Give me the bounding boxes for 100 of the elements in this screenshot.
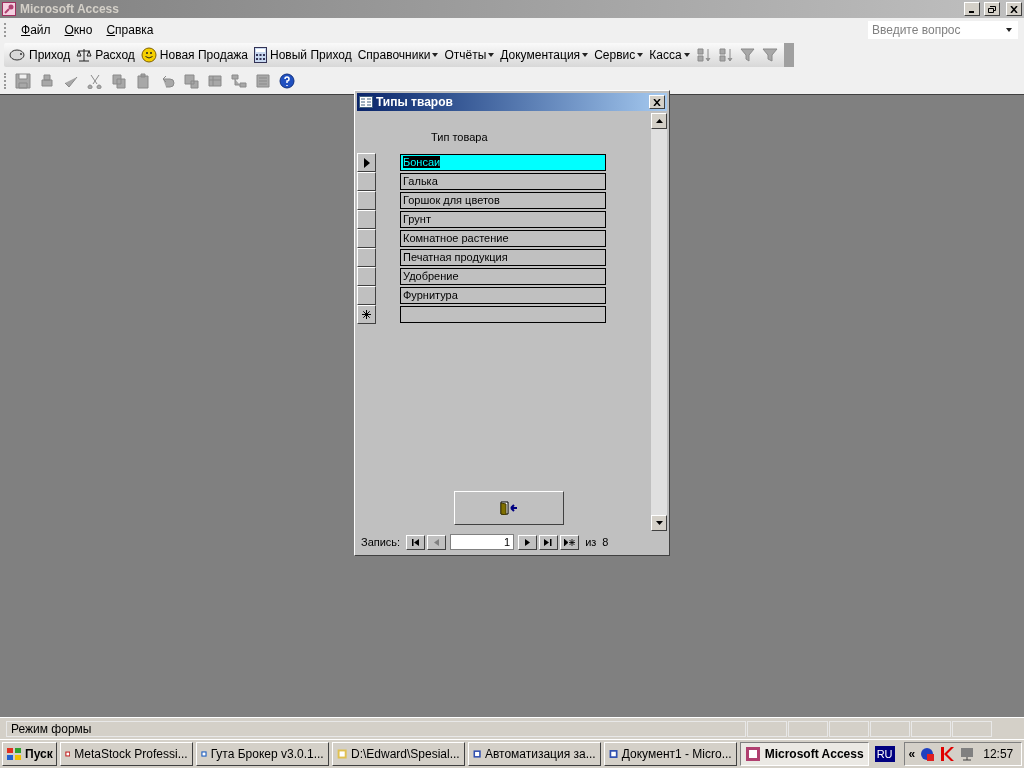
text-field[interactable]: Горшок для цветов <box>400 192 606 209</box>
status-panel <box>747 720 787 737</box>
toolbar-options-handle[interactable] <box>783 43 794 67</box>
text-field[interactable]: Бонсаи <box>400 154 606 171</box>
scissors-icon[interactable] <box>87 73 103 89</box>
window-title: Microsoft Access <box>20 1 119 18</box>
column-header: Тип товара <box>431 131 488 143</box>
sort-ascending-icon[interactable] <box>695 47 712 63</box>
filter-icon[interactable] <box>761 47 778 63</box>
toolbar-menu[interactable]: Касса <box>649 46 690 64</box>
previous-record-icon <box>433 538 441 546</box>
first-record-button[interactable] <box>406 534 426 550</box>
last-record-button[interactable] <box>539 534 559 550</box>
toolbar-button[interactable]: Расход <box>76 46 135 64</box>
menu-item[interactable]: Справка <box>106 21 154 39</box>
form-icon <box>359 96 373 108</box>
prev-record-button[interactable] <box>427 534 447 550</box>
caret-icon <box>1006 28 1012 32</box>
app-icon <box>744 746 761 762</box>
new-record-button[interactable] <box>560 534 580 550</box>
text-field[interactable]: Галька <box>400 173 606 190</box>
menu-item[interactable]: Окно <box>64 21 93 39</box>
antivirus-icon[interactable] <box>919 746 936 762</box>
new-object-icon[interactable] <box>207 73 223 89</box>
taskbar-button[interactable]: Microsoft Access <box>739 742 869 766</box>
record-selector[interactable] <box>357 191 376 210</box>
text-field[interactable]: Комнатное растение <box>400 230 606 247</box>
toolbar-menu[interactable]: Сервис <box>594 46 644 64</box>
vertical-scrollbar[interactable] <box>651 113 667 531</box>
text-field[interactable]: Фурнитура <box>400 287 606 304</box>
close-form-button[interactable] <box>454 491 564 525</box>
caret-icon <box>432 53 439 57</box>
taskbar-button[interactable]: Документ1 - Micro... <box>603 742 737 766</box>
status-panel <box>952 720 992 737</box>
printer-icon[interactable] <box>39 73 55 89</box>
office-links-icon[interactable] <box>183 73 199 89</box>
clock: 12:57 <box>982 746 1015 763</box>
new-record-field[interactable] <box>400 306 606 323</box>
record-number-field[interactable]: 1 <box>450 534 515 550</box>
paste-icon[interactable] <box>135 73 151 89</box>
close-icon <box>653 98 661 106</box>
filter-selection-icon[interactable] <box>739 47 756 63</box>
caret-icon <box>488 53 495 57</box>
menu-item[interactable]: Файл <box>21 21 51 39</box>
record-selector[interactable] <box>357 229 376 248</box>
save-icon[interactable] <box>15 73 31 89</box>
close-button[interactable] <box>1006 2 1022 16</box>
k-logo-icon[interactable] <box>939 746 956 762</box>
record-selector[interactable] <box>357 153 376 172</box>
start-button[interactable]: Пуск <box>2 742 57 766</box>
taskbar-button[interactable]: Автоматизация за... <box>467 742 601 766</box>
close-button[interactable] <box>649 95 665 109</box>
text-field[interactable]: Удобрение <box>400 268 606 285</box>
record-selector[interactable] <box>357 210 376 229</box>
sort-descending-icon[interactable] <box>717 47 734 63</box>
record-selector[interactable] <box>357 172 376 191</box>
toolbar-button[interactable]: Новый Приход <box>254 46 352 64</box>
status-panel <box>788 720 828 737</box>
last-record-icon <box>543 538 555 546</box>
status-panel <box>911 720 951 737</box>
status-panel <box>829 720 869 737</box>
calculator-icon <box>254 47 267 63</box>
new-record-selector[interactable] <box>357 305 376 324</box>
exit-door-icon <box>500 501 518 515</box>
scroll-up-icon[interactable] <box>655 119 663 123</box>
network-icon[interactable] <box>959 746 976 762</box>
form-title: Типы тваров <box>376 94 454 111</box>
taskbar-button[interactable]: Гута Брокер v3.0.1... <box>195 742 329 766</box>
toolbar-button[interactable]: Приход <box>8 46 71 64</box>
text-field[interactable]: Печатная продукция <box>400 249 606 266</box>
record-label: Запись: <box>361 534 401 550</box>
record-selector[interactable] <box>357 286 376 305</box>
toolbar-menu[interactable]: Документация <box>500 46 589 64</box>
taskbar-button[interactable]: MetaStock Professi... <box>59 742 193 766</box>
caret-icon <box>637 53 644 57</box>
caret-icon <box>582 53 589 57</box>
scales-icon <box>76 47 93 63</box>
taskbar-button[interactable]: D:\Edward\Spesial... <box>331 742 465 766</box>
text-field[interactable]: Грунт <box>400 211 606 228</box>
help-search-field[interactable]: Введите вопрос <box>868 21 1018 39</box>
toolbar-button[interactable]: Новая Продажа <box>140 46 248 64</box>
minimize-button[interactable] <box>964 2 980 16</box>
copy-icon[interactable] <box>111 73 127 89</box>
record-selector[interactable] <box>357 248 376 267</box>
toolbar-menu[interactable]: Отчёты <box>444 46 495 64</box>
restore-button[interactable] <box>984 2 1000 16</box>
scroll-down-icon[interactable] <box>655 521 663 525</box>
restore-icon <box>988 5 996 13</box>
toolbar-menu[interactable]: Справочники <box>357 46 439 64</box>
tray-expand-button[interactable]: « <box>908 745 916 763</box>
record-selector[interactable] <box>357 267 376 286</box>
current-record-icon <box>363 157 370 168</box>
record-count-label: из <box>585 534 597 550</box>
close-icon <box>1010 5 1018 13</box>
key-icon <box>2 2 16 16</box>
relationships-icon[interactable] <box>231 73 247 89</box>
caret-icon <box>683 53 690 57</box>
help-icon[interactable] <box>279 73 295 89</box>
next-record-button[interactable] <box>518 534 538 550</box>
language-indicator[interactable]: RU <box>874 746 895 762</box>
